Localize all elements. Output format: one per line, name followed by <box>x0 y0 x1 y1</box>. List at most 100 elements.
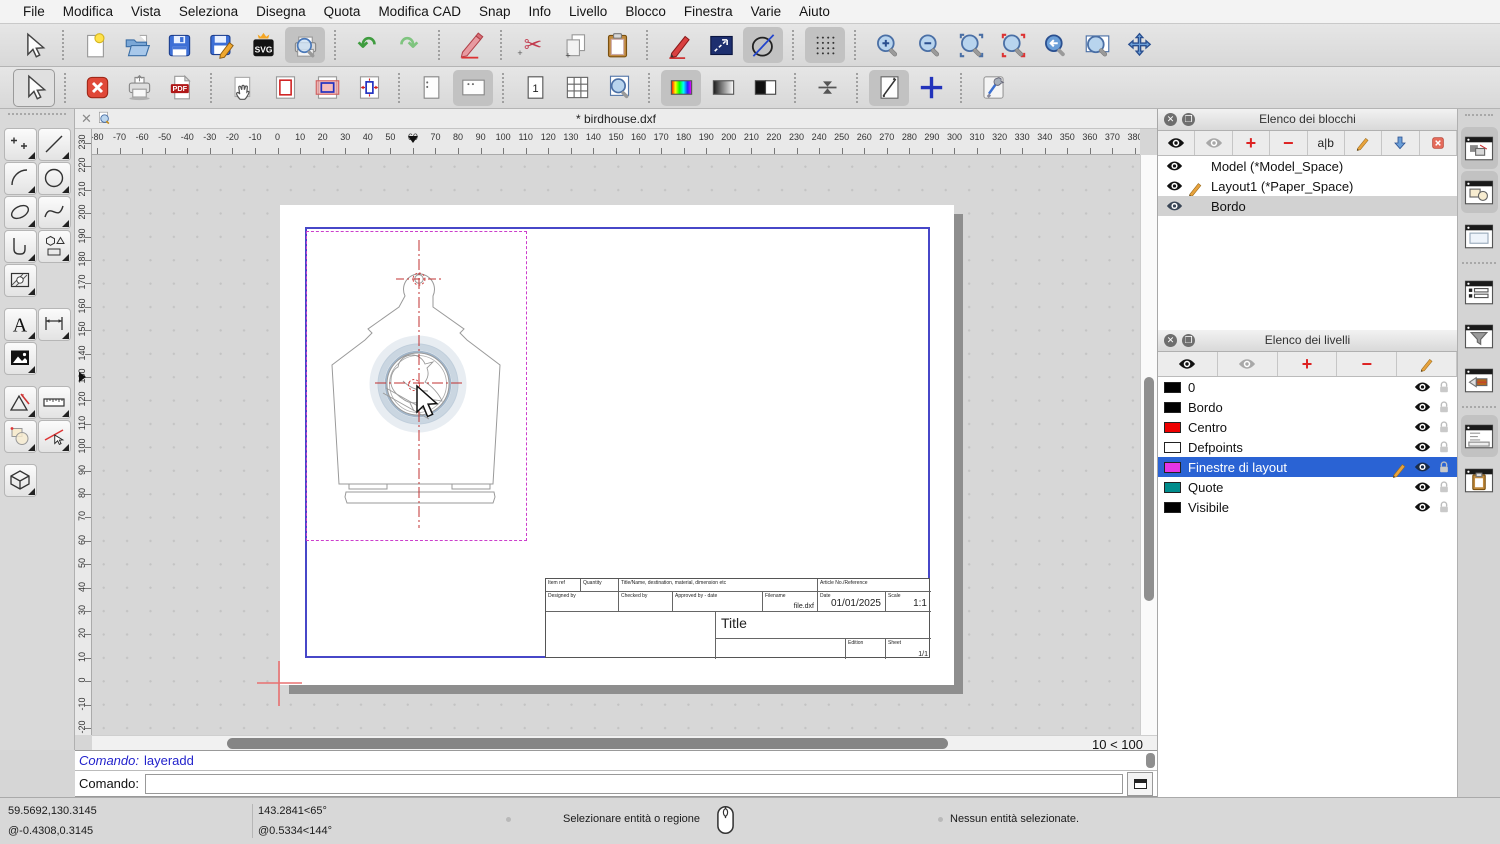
point-tools-button[interactable] <box>3 127 37 161</box>
preferences-button[interactable] <box>973 70 1013 106</box>
menu-modifica-cad[interactable]: Modifica CAD <box>369 0 470 23</box>
ellipse-tools-button[interactable] <box>3 195 37 229</box>
layer-lock-icon[interactable] <box>1437 400 1451 415</box>
layer-lock-icon[interactable] <box>1437 420 1451 435</box>
menu-aiuto[interactable]: Aiuto <box>790 0 839 23</box>
menu-vista[interactable]: Vista <box>122 0 170 23</box>
layer-color-swatch[interactable] <box>1164 461 1181 473</box>
select-distance-button[interactable] <box>701 27 741 63</box>
layer-color-swatch[interactable] <box>1164 421 1181 433</box>
layer-lock-icon[interactable] <box>1437 380 1451 395</box>
panel-clipboard-toggle-button[interactable] <box>1461 459 1498 501</box>
menu-snap[interactable]: Snap <box>470 0 520 23</box>
menu-disegna[interactable]: Disegna <box>247 0 315 23</box>
layer-row-defpoints[interactable]: Defpoints <box>1158 437 1457 457</box>
arc-tools-button[interactable] <box>3 161 37 195</box>
block-visibility-eye-icon[interactable] <box>1166 160 1183 173</box>
page-portrait-button[interactable] <box>411 70 451 106</box>
purge-blocks-button[interactable] <box>1420 131 1457 155</box>
panel-command-line-toggle-button[interactable] <box>1460 415 1498 457</box>
close-drawing-button[interactable] <box>77 70 117 106</box>
menu-file[interactable]: File <box>14 0 54 23</box>
pan-page-button[interactable] <box>223 70 263 106</box>
horizontal-scrollbar[interactable]: 10 < 100 <box>92 735 1157 752</box>
layer-visibility-eye-icon[interactable] <box>1414 461 1431 474</box>
print-preview-button[interactable] <box>285 27 325 63</box>
zoom-auto-button[interactable] <box>951 27 991 63</box>
grid-toggle-button[interactable] <box>805 27 845 63</box>
measure-tools-button[interactable] <box>37 385 71 419</box>
block-row-layout1[interactable]: Layout1 (*Paper_Space) <box>1158 176 1457 197</box>
dimension-tools-button[interactable] <box>37 307 71 341</box>
open-file-button[interactable] <box>117 27 157 63</box>
select-arrow-button[interactable] <box>13 27 53 63</box>
vertical-scrollbar[interactable] <box>1140 155 1157 735</box>
fit-viewport-button[interactable] <box>349 70 389 106</box>
zoom-selection-button[interactable] <box>993 27 1033 63</box>
rename-block-button[interactable]: a|b <box>1308 131 1345 155</box>
menu-info[interactable]: Info <box>520 0 561 23</box>
layer-color-swatch[interactable] <box>1164 501 1181 513</box>
layer-color-swatch[interactable] <box>1164 401 1181 413</box>
panel-reference-toggle-button[interactable] <box>1461 359 1498 401</box>
layer-color-swatch[interactable] <box>1164 381 1181 393</box>
grayscale-button[interactable] <box>703 70 743 106</box>
layer-visibility-eye-icon[interactable] <box>1414 501 1431 514</box>
page-borders-button[interactable] <box>265 70 305 106</box>
layer-visibility-eye-icon[interactable] <box>1414 381 1431 394</box>
save-as-button[interactable] <box>201 27 241 63</box>
layer-visibility-eye-icon[interactable] <box>1414 421 1431 434</box>
edit-pencil-button[interactable] <box>659 27 699 63</box>
block-visibility-eye-icon[interactable] <box>1166 180 1183 193</box>
hatch-tool-button[interactable] <box>3 263 37 297</box>
hide-all-layers-button[interactable] <box>1218 352 1278 376</box>
menu-livello[interactable]: Livello <box>560 0 616 23</box>
layer-row-visibile[interactable]: Visibile <box>1158 497 1457 517</box>
undo-button[interactable]: ↶ <box>347 27 387 63</box>
layer-lock-icon[interactable] <box>1437 500 1451 515</box>
menu-seleziona[interactable]: Seleziona <box>170 0 247 23</box>
modify-tools-button[interactable] <box>3 419 37 453</box>
insert-block-button[interactable] <box>1382 131 1420 155</box>
layer-row-centro[interactable]: Centro <box>1158 417 1457 437</box>
panel-selection-filter-toggle-button[interactable] <box>1461 315 1498 357</box>
paste-button[interactable] <box>597 27 637 63</box>
draft-mode-button[interactable] <box>869 69 909 106</box>
horizontal-scrollbar-thumb[interactable] <box>227 738 948 749</box>
zoom-previous-button[interactable] <box>1035 27 1075 63</box>
layer-lock-icon[interactable] <box>1437 480 1451 495</box>
show-all-blocks-button[interactable] <box>1158 131 1196 155</box>
full-color-button[interactable] <box>661 69 701 106</box>
layer-color-swatch[interactable] <box>1164 481 1181 493</box>
page-landscape-button[interactable] <box>453 69 493 106</box>
layer-visibility-eye-icon[interactable] <box>1414 441 1431 454</box>
layer-lock-icon[interactable] <box>1437 460 1451 475</box>
polyline-tools-button[interactable] <box>3 229 37 263</box>
block-row-bordo[interactable]: Bordo <box>1158 196 1457 216</box>
pan-button[interactable] <box>1119 27 1159 63</box>
layer-lock-icon[interactable] <box>1437 440 1451 455</box>
multi-page-button[interactable] <box>557 70 597 106</box>
line-tools-button[interactable] <box>37 127 71 161</box>
zoom-to-page-button[interactable] <box>599 70 639 106</box>
palette-drag-handle[interactable] <box>8 113 66 123</box>
export-svg-button[interactable]: SVG <box>243 27 283 63</box>
solid-tools-button[interactable] <box>3 463 37 497</box>
trim-tools-button[interactable] <box>37 419 71 453</box>
copy-button[interactable]: + <box>555 27 595 63</box>
edit-block-button[interactable] <box>1345 131 1383 155</box>
dock-drag-handle[interactable] <box>1465 114 1493 122</box>
vertical-scrollbar-thumb[interactable] <box>1144 377 1154 601</box>
panel-property-editor-toggle-button[interactable] <box>1461 271 1498 313</box>
remove-layer-button[interactable]: − <box>1337 352 1398 376</box>
black-white-button[interactable] <box>745 70 785 106</box>
export-pdf-button[interactable]: PDF <box>161 70 201 106</box>
delete-entities-button[interactable] <box>451 27 491 63</box>
save-button[interactable] <box>159 27 199 63</box>
remove-block-button[interactable]: − <box>1270 131 1308 155</box>
hide-all-blocks-button[interactable] <box>1195 131 1233 155</box>
layer-row-quote[interactable]: Quote <box>1158 477 1457 497</box>
menu-varie[interactable]: Varie <box>742 0 791 23</box>
auto-fit-button[interactable] <box>807 70 847 106</box>
layer-visibility-eye-icon[interactable] <box>1414 401 1431 414</box>
